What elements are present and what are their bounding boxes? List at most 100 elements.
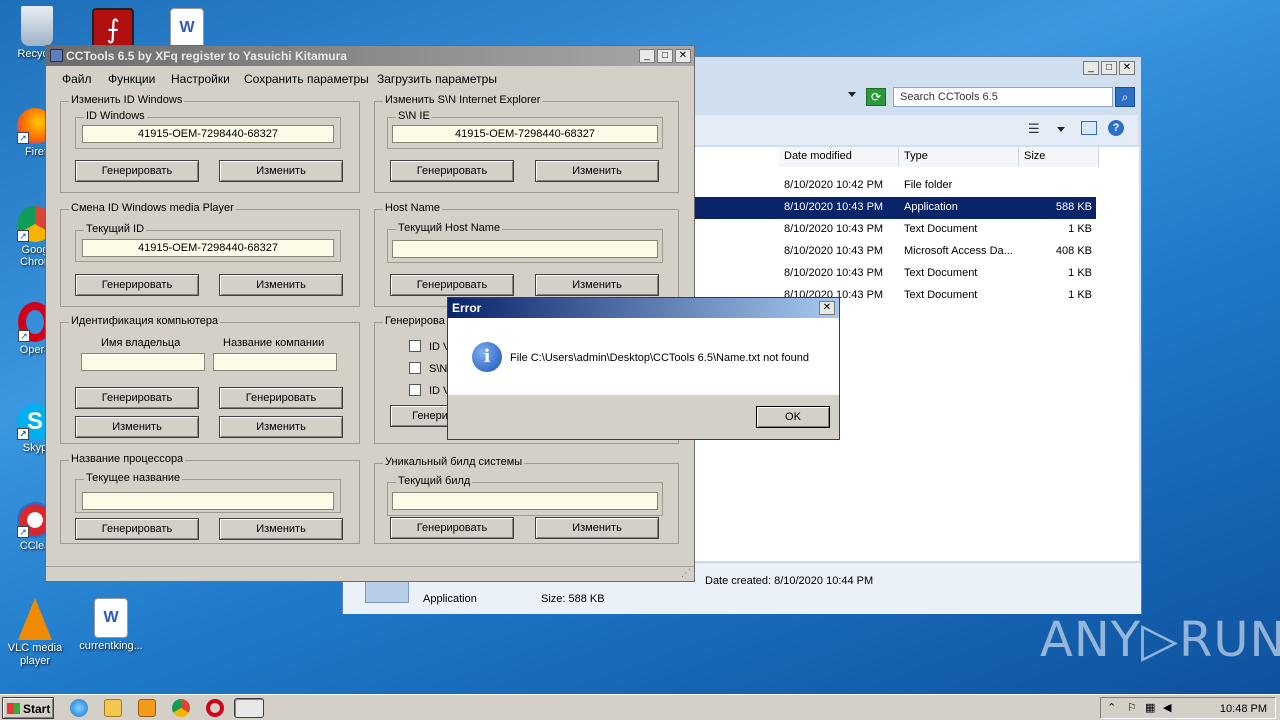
company-name-field[interactable] — [213, 353, 337, 371]
file-type: Microsoft Access Da... — [904, 245, 1013, 257]
refresh-button[interactable]: ⟳ — [866, 88, 886, 106]
change-build-button[interactable]: Изменить — [535, 517, 659, 539]
host-name-field[interactable] — [392, 240, 658, 258]
windows-logo-icon — [7, 703, 20, 714]
group-wmp-id: Смена ID Windows media Player Текущий ID… — [60, 202, 360, 307]
media-player-icon[interactable] — [138, 699, 156, 717]
subgroup-system-build: Текущий билд — [387, 475, 663, 516]
ie-serial-field[interactable]: 41915-OEM-7298440-68327 — [392, 125, 658, 143]
generate-host-name-button[interactable]: Генерировать — [390, 274, 514, 296]
windows-id-field[interactable]: 41915-OEM-7298440-68327 — [82, 125, 334, 143]
company-name-label: Название компании — [223, 337, 325, 349]
file-date: 8/10/2020 10:43 PM — [784, 223, 884, 235]
checkbox-label: S\N — [429, 363, 448, 375]
group-label: Генерирова — [383, 315, 447, 327]
preview-pane-icon[interactable] — [1081, 121, 1097, 135]
file-explorer-icon[interactable] — [104, 699, 122, 717]
resize-grip-icon[interactable]: ⋰ — [681, 568, 691, 579]
group-computer-id: Идентификация компьютера Имя владельца Н… — [60, 315, 360, 444]
error-dialog: Error ✕ i File C:\Users\admin\Desktop\CC… — [447, 297, 840, 440]
search-input[interactable]: Search CCTools 6.5 — [893, 87, 1113, 107]
error-dialog-titlebar[interactable]: Error — [448, 298, 839, 318]
file-size: 1 KB — [1068, 289, 1092, 301]
shortcut-arrow-icon: ↗ — [17, 428, 29, 440]
generate-build-button[interactable]: Генерировать — [390, 517, 514, 539]
menu-settings[interactable]: Настройки — [171, 72, 230, 86]
address-dropdown-icon[interactable] — [848, 92, 856, 97]
group-label: Изменить S\N Internet Explorer — [383, 94, 543, 106]
checkbox-windows-id[interactable] — [409, 340, 421, 352]
checkbox-wmp-id[interactable] — [409, 384, 421, 396]
change-company-button[interactable]: Изменить — [219, 416, 343, 438]
file-row-selected[interactable]: 8/10/2020 10:43 PM Application 588 KB — [694, 197, 1096, 219]
menu-file[interactable]: Файл — [62, 72, 92, 86]
desktop-icon-word-file[interactable]: W currentking... — [76, 598, 146, 652]
maximize-button[interactable]: □ — [657, 49, 673, 63]
file-date: 8/10/2020 10:43 PM — [784, 267, 884, 279]
desktop-icon-vlc[interactable]: VLC media player — [0, 598, 70, 668]
menu-load-params[interactable]: Загрузить параметры — [377, 72, 497, 86]
generate-ie-serial-button[interactable]: Генерировать — [390, 160, 514, 182]
maximize-button[interactable]: □ — [1101, 61, 1117, 75]
clock[interactable]: 10:48 PM — [1220, 703, 1267, 715]
generate-windows-id-button[interactable]: Генерировать — [75, 160, 199, 182]
menu-save-params[interactable]: Сохранить параметры — [244, 72, 369, 86]
generate-owner-button[interactable]: Генерировать — [75, 387, 199, 409]
start-button[interactable]: Start — [2, 697, 54, 719]
file-row[interactable]: 8/10/2020 10:43 PM Text Document 1 KB — [694, 219, 1096, 241]
window-title: CCTools 6.5 by XFq register to Yasuichi … — [66, 49, 347, 63]
generate-cpu-name-button[interactable]: Генерировать — [75, 518, 199, 540]
generate-wmp-id-button[interactable]: Генерировать — [75, 274, 199, 296]
cpu-name-field[interactable] — [82, 492, 334, 510]
change-wmp-id-button[interactable]: Изменить — [219, 274, 343, 296]
minimize-button[interactable]: _ — [639, 49, 655, 63]
system-build-field[interactable] — [392, 492, 658, 510]
close-button[interactable]: ✕ — [1119, 61, 1135, 75]
ok-button[interactable]: OK — [756, 406, 830, 428]
change-cpu-name-button[interactable]: Изменить — [219, 518, 343, 540]
internet-explorer-icon[interactable] — [70, 699, 88, 717]
change-owner-button[interactable]: Изменить — [75, 416, 199, 438]
file-row[interactable]: 8/10/2020 10:43 PM Microsoft Access Da..… — [694, 241, 1096, 263]
close-button[interactable]: ✕ — [675, 49, 691, 63]
subgroup-label: ID Windows — [84, 110, 147, 122]
app-icon — [50, 49, 63, 62]
change-ie-serial-button[interactable]: Изменить — [535, 160, 659, 182]
generate-company-button[interactable]: Генерировать — [219, 387, 343, 409]
chrome-icon[interactable] — [172, 699, 190, 717]
desktop-icon-word-doc[interactable]: W — [152, 8, 222, 50]
change-host-name-button[interactable]: Изменить — [535, 274, 659, 296]
opera-icon[interactable] — [206, 699, 224, 717]
owner-name-label: Имя владельца — [101, 337, 181, 349]
volume-icon[interactable]: ◀ — [1163, 701, 1171, 714]
menu-bar: Файл Функции Настройки Сохранить парамет… — [46, 68, 694, 88]
view-options-icon[interactable]: ☰ — [1028, 121, 1040, 137]
system-tray: ⌃ ⚐ ▦ ◀ 10:48 PM — [1100, 697, 1276, 719]
cctools-titlebar[interactable]: CCTools 6.5 by XFq register to Yasuichi … — [46, 46, 694, 66]
shortcut-arrow-icon: ↗ — [17, 526, 29, 538]
file-type: File folder — [904, 179, 953, 191]
change-windows-id-button[interactable]: Изменить — [219, 160, 343, 182]
file-row[interactable]: 8/10/2020 10:43 PM Text Document 1 KB — [694, 263, 1096, 285]
file-type: Text Document — [904, 267, 978, 279]
wmp-id-field[interactable]: 41915-OEM-7298440-68327 — [82, 239, 334, 257]
close-button[interactable]: ✕ — [819, 301, 835, 315]
checkbox-ie-serial[interactable] — [409, 362, 421, 374]
owner-name-field[interactable] — [81, 353, 205, 371]
action-center-icon[interactable]: ⚐ — [1127, 701, 1137, 714]
column-header-size[interactable]: Size — [1019, 147, 1099, 167]
shortcut-arrow-icon: ↗ — [18, 330, 30, 342]
file-type: Text Document — [904, 289, 978, 301]
column-header-date-modified[interactable]: Date modified — [779, 147, 899, 167]
view-dropdown-icon[interactable] — [1057, 127, 1065, 132]
error-message: File C:\Users\admin\Desktop\CCTools 6.5\… — [510, 352, 809, 364]
help-icon[interactable]: ? — [1108, 120, 1124, 136]
minimize-button[interactable]: _ — [1083, 61, 1099, 75]
cctools-taskbar-button[interactable] — [234, 698, 264, 718]
network-icon[interactable]: ▦ — [1145, 701, 1155, 714]
file-row[interactable]: 8/10/2020 10:42 PM File folder — [694, 175, 1096, 197]
search-icon[interactable]: ⌕ — [1115, 87, 1135, 107]
tray-expand-icon[interactable]: ⌃ — [1107, 701, 1116, 714]
menu-functions[interactable]: Функции — [108, 72, 155, 86]
column-header-type[interactable]: Type — [899, 147, 1019, 167]
